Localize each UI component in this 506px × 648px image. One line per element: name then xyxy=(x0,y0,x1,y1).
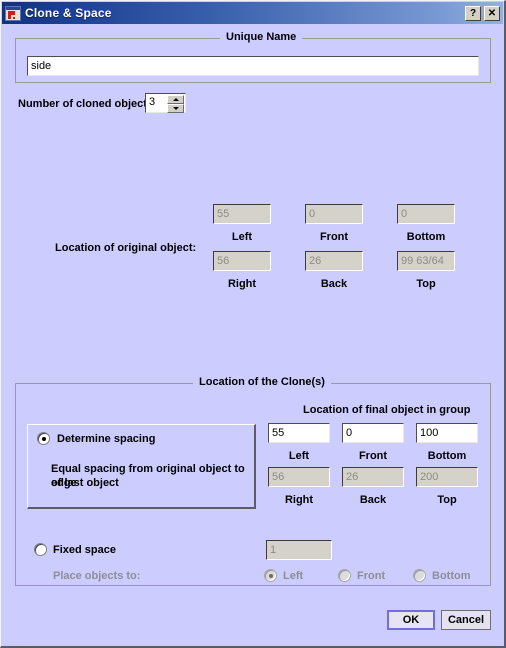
place-left-label: Left xyxy=(283,570,304,582)
clone-back-input xyxy=(342,467,404,487)
original-left-label: Left xyxy=(231,231,253,243)
place-front-radio xyxy=(338,569,351,582)
clone-location-group-title: Location of the Clone(s) xyxy=(193,376,331,388)
unique-name-input[interactable] xyxy=(27,56,479,76)
window-title: Clone & Space xyxy=(25,6,112,20)
close-icon[interactable]: ✕ xyxy=(484,5,500,21)
stepper-buttons xyxy=(167,95,184,113)
place-bottom-radio xyxy=(413,569,426,582)
determine-spacing-description-line2: of last object xyxy=(51,477,119,489)
clone-back-label: Back xyxy=(359,494,387,506)
place-bottom-label: Bottom xyxy=(432,570,471,582)
titlebar[interactable]: Clone & Space ? ✕ xyxy=(2,2,503,24)
stepper-up-button[interactable] xyxy=(167,95,184,104)
cloned-objects-stepper[interactable]: 3 xyxy=(145,93,186,113)
chevron-up-icon xyxy=(172,98,179,101)
clone-front-label: Front xyxy=(358,450,388,462)
fixed-space-input xyxy=(266,540,332,560)
clone-right-label: Right xyxy=(284,494,314,506)
clone-front-input[interactable] xyxy=(342,423,404,443)
clone-bottom-input[interactable] xyxy=(416,423,478,443)
place-front-label: Front xyxy=(357,570,386,582)
cloned-objects-value: 3 xyxy=(149,96,156,108)
clone-left-input[interactable] xyxy=(268,423,330,443)
original-left-input xyxy=(213,204,271,224)
clone-and-space-dialog: Clone & Space ? ✕ Unique Name Number of … xyxy=(0,0,506,648)
original-bottom-label: Bottom xyxy=(406,231,446,243)
clone-top-input xyxy=(416,467,478,487)
original-front-label: Front xyxy=(319,231,349,243)
clone-bottom-label: Bottom xyxy=(427,450,467,462)
clone-left-label: Left xyxy=(288,450,310,462)
final-object-heading: Location of final object in group xyxy=(303,404,471,416)
stepper-down-button[interactable] xyxy=(167,104,184,113)
fixed-space-radio[interactable] xyxy=(34,543,47,556)
original-location-label: Location of original object: xyxy=(55,242,197,254)
place-objects-label: Place objects to: xyxy=(53,570,141,582)
clone-top-label: Top xyxy=(437,494,457,506)
determine-spacing-radio[interactable] xyxy=(37,432,50,445)
original-back-label: Back xyxy=(320,278,348,290)
determine-spacing-label: Determine spacing xyxy=(57,433,156,445)
original-top-label: Top xyxy=(416,278,436,290)
cloned-objects-label: Number of cloned objects xyxy=(18,98,154,110)
ok-button[interactable]: OK xyxy=(387,610,435,630)
chevron-down-icon xyxy=(172,107,179,110)
original-back-input xyxy=(305,251,363,271)
original-top-input xyxy=(397,251,455,271)
unique-name-group-title: Unique Name xyxy=(220,31,303,43)
help-icon[interactable]: ? xyxy=(465,5,481,21)
original-front-input xyxy=(305,204,363,224)
original-right-label: Right xyxy=(227,278,257,290)
clone-right-input xyxy=(268,467,330,487)
app-icon xyxy=(5,5,21,21)
original-bottom-input xyxy=(397,204,455,224)
cancel-button[interactable]: Cancel xyxy=(441,610,491,630)
place-left-radio xyxy=(264,569,277,582)
fixed-space-label: Fixed space xyxy=(53,544,116,556)
original-right-input xyxy=(213,251,271,271)
